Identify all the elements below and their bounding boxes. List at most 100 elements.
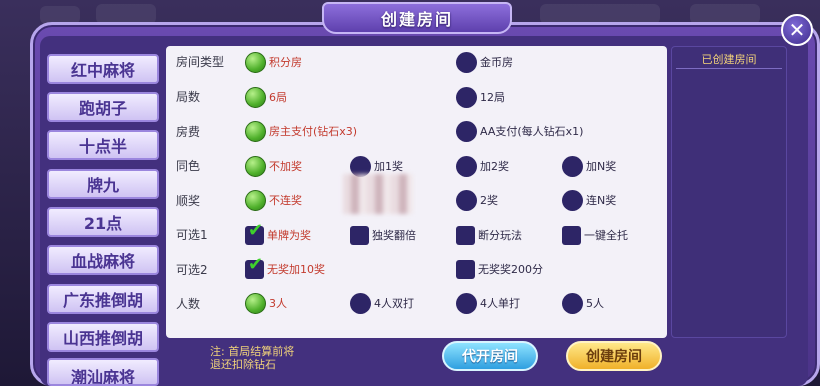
option-2-bonus[interactable]: 2奖	[456, 189, 498, 211]
option-label: 连N奖	[586, 194, 617, 207]
option-auto-play[interactable]: 一键全托	[562, 224, 628, 246]
row-label-room-type: 房间类型	[176, 55, 225, 69]
option-label: 12局	[480, 91, 505, 104]
option-label: 加2奖	[480, 160, 509, 173]
option-no-bonus-plus10[interactable]: ✔ 无奖加10奖	[245, 255, 325, 280]
option-label: 6局	[269, 91, 287, 104]
option-label: 无奖加10奖	[267, 263, 325, 276]
radio-selected-icon	[245, 189, 266, 211]
option-label: 5人	[586, 297, 604, 310]
radio-icon	[562, 155, 583, 177]
radio-icon	[456, 51, 477, 73]
checkbox-checked-icon: ✔	[245, 255, 264, 279]
option-3-players[interactable]: 3人	[245, 292, 287, 314]
dialog-title: 创建房间	[380, 10, 453, 29]
option-4-players-solo[interactable]: 4人单打	[456, 292, 520, 314]
option-label: 不连奖	[269, 194, 302, 207]
create-room-button[interactable]: 创建房间	[566, 341, 662, 371]
close-button[interactable]: ✕	[781, 14, 813, 46]
option-5-players[interactable]: 5人	[562, 292, 604, 314]
option-4-players-pairs[interactable]: 4人双打	[350, 292, 414, 314]
checkbox-checked-icon: ✔	[245, 221, 264, 245]
option-label: 金币房	[480, 56, 513, 69]
option-label: 房主支付(钻石x3)	[269, 125, 358, 138]
option-plus2-bonus[interactable]: 加2奖	[456, 155, 509, 177]
option-label: 4人单打	[480, 297, 520, 310]
note-line-2: 退还扣除钻石	[210, 358, 276, 371]
blurred-region	[343, 174, 413, 214]
game-item-xuezhan-mahjong[interactable]: 血战麻将	[47, 245, 159, 275]
radio-icon	[456, 86, 477, 108]
game-item-label: 牌九	[86, 176, 119, 195]
option-no-bonus[interactable]: 不加奖	[245, 155, 302, 177]
option-host-pays[interactable]: 房主支付(钻石x3)	[245, 120, 357, 142]
row-label-same-color: 同色	[176, 159, 201, 173]
row-label-optional-2: 可选2	[176, 263, 208, 277]
game-item-label: 跑胡子	[78, 99, 127, 118]
option-12-rounds[interactable]: 12局	[456, 86, 505, 108]
radio-icon	[350, 292, 371, 314]
radio-selected-icon	[245, 155, 266, 177]
diamond-refund-note: 注: 首局结算前将 退还扣除钻石	[210, 345, 294, 371]
game-item-hongzhong-mahjong[interactable]: 红中麻将	[47, 54, 159, 84]
option-chain-n-bonus[interactable]: 连N奖	[562, 189, 616, 211]
game-item-label: 红中麻将	[70, 61, 135, 80]
game-item-label: 广东推倒胡	[62, 291, 143, 310]
radio-icon	[456, 189, 477, 211]
dialog-title-tab: 创建房间	[322, 2, 512, 34]
option-6-rounds[interactable]: 6局	[245, 86, 287, 108]
game-item-label: 血战麻将	[70, 252, 135, 271]
radio-icon	[562, 292, 583, 314]
game-item-paohuzi[interactable]: 跑胡子	[47, 92, 159, 122]
option-label: 单牌为奖	[267, 229, 311, 242]
game-item-label: 山西推倒胡	[62, 329, 143, 348]
option-coin-room[interactable]: 金币房	[456, 51, 513, 73]
option-label: 不加奖	[269, 160, 302, 173]
checkbox-icon	[350, 225, 369, 245]
radio-icon	[456, 292, 477, 314]
option-double-single-bonus[interactable]: 独奖翻倍	[350, 224, 416, 246]
option-plusn-bonus[interactable]: 加N奖	[562, 155, 616, 177]
row-label-room-fee: 房费	[176, 125, 201, 139]
option-label: 4人双打	[374, 297, 414, 310]
option-label: 2奖	[480, 194, 498, 207]
radio-icon	[456, 120, 477, 142]
row-label-rounds: 局数	[176, 90, 201, 104]
close-icon: ✕	[788, 18, 806, 42]
option-no-chain-bonus[interactable]: 不连奖	[245, 189, 302, 211]
note-line-1: 注: 首局结算前将	[210, 345, 295, 358]
radio-selected-icon	[245, 120, 266, 142]
game-item-guangdong-tuidaohu[interactable]: 广东推倒胡	[47, 284, 159, 314]
radio-icon	[456, 155, 477, 177]
option-label: AA支付(每人钻石x1)	[480, 125, 584, 138]
proxy-open-room-button[interactable]: 代开房间	[442, 341, 538, 371]
game-item-label: 潮汕麻将	[70, 368, 135, 386]
game-item-paijiu[interactable]: 牌九	[47, 169, 159, 199]
game-item-label: 21点	[83, 214, 123, 233]
option-aa-pays[interactable]: AA支付(每人钻石x1)	[456, 120, 583, 142]
game-item-shidianban[interactable]: 十点半	[47, 130, 159, 160]
option-label: 断分玩法	[478, 229, 522, 242]
row-label-players: 人数	[176, 297, 201, 311]
checkbox-icon	[562, 225, 581, 245]
option-no-bonus-200[interactable]: 无奖奖200分	[456, 258, 543, 280]
radio-selected-icon	[245, 51, 266, 73]
option-label: 无奖奖200分	[478, 263, 543, 276]
created-rooms-panel	[671, 46, 787, 338]
option-label: 独奖翻倍	[372, 229, 416, 242]
option-label: 积分房	[269, 56, 302, 69]
option-single-card-bonus[interactable]: ✔ 单牌为奖	[245, 221, 311, 246]
option-break-score-mode[interactable]: 断分玩法	[456, 224, 522, 246]
option-label: 一键全托	[584, 229, 628, 242]
game-item-shanxi-tuidaohu[interactable]: 山西推倒胡	[47, 322, 159, 352]
row-label-optional-1: 可选1	[176, 228, 208, 242]
game-item-label: 十点半	[78, 137, 127, 156]
radio-icon	[562, 189, 583, 211]
checkbox-icon	[456, 259, 475, 279]
radio-selected-icon	[245, 292, 266, 314]
created-rooms-title: 已创建房间	[676, 49, 782, 69]
option-points-room[interactable]: 积分房	[245, 51, 302, 73]
radio-selected-icon	[245, 86, 266, 108]
game-item-chaoshan-mahjong[interactable]: 潮汕麻将	[47, 358, 159, 386]
game-item-21points[interactable]: 21点	[47, 207, 159, 237]
